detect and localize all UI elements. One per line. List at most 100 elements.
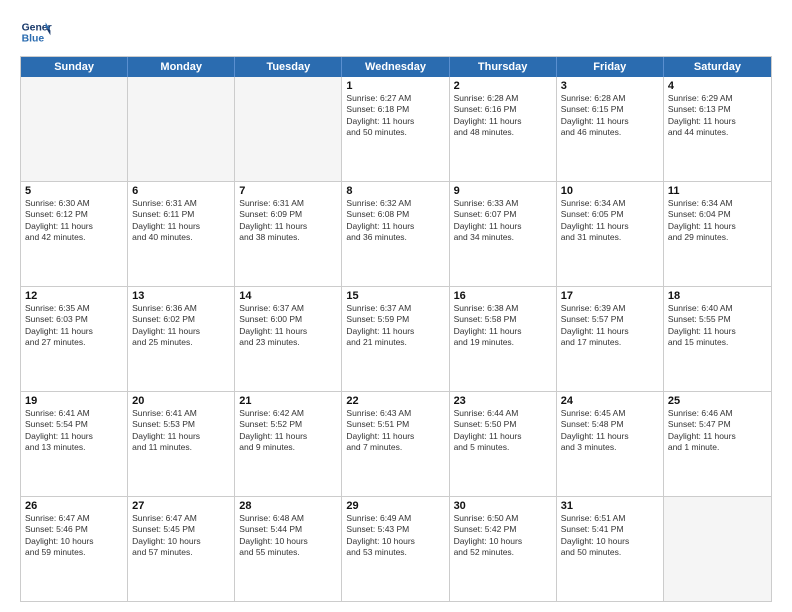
cell-info: Sunrise: 6:48 AM Sunset: 5:44 PM Dayligh… — [239, 513, 337, 559]
cell-info: Sunrise: 6:46 AM Sunset: 5:47 PM Dayligh… — [668, 408, 767, 454]
cell-info: Sunrise: 6:34 AM Sunset: 6:04 PM Dayligh… — [668, 198, 767, 244]
cell-info: Sunrise: 6:35 AM Sunset: 6:03 PM Dayligh… — [25, 303, 123, 349]
day-number: 2 — [454, 80, 552, 92]
weekday-header: Wednesday — [342, 57, 449, 77]
cell-info: Sunrise: 6:45 AM Sunset: 5:48 PM Dayligh… — [561, 408, 659, 454]
day-number: 4 — [668, 80, 767, 92]
calendar-cell: 4Sunrise: 6:29 AM Sunset: 6:13 PM Daylig… — [664, 77, 771, 181]
day-number: 8 — [346, 185, 444, 197]
day-number: 26 — [25, 500, 123, 512]
calendar-cell: 20Sunrise: 6:41 AM Sunset: 5:53 PM Dayli… — [128, 392, 235, 496]
day-number: 17 — [561, 290, 659, 302]
calendar-cell: 8Sunrise: 6:32 AM Sunset: 6:08 PM Daylig… — [342, 182, 449, 286]
cell-info: Sunrise: 6:39 AM Sunset: 5:57 PM Dayligh… — [561, 303, 659, 349]
calendar-cell: 27Sunrise: 6:47 AM Sunset: 5:45 PM Dayli… — [128, 497, 235, 601]
calendar-cell: 14Sunrise: 6:37 AM Sunset: 6:00 PM Dayli… — [235, 287, 342, 391]
day-number: 6 — [132, 185, 230, 197]
day-number: 24 — [561, 395, 659, 407]
day-number: 15 — [346, 290, 444, 302]
weekday-header: Tuesday — [235, 57, 342, 77]
calendar-cell — [664, 497, 771, 601]
day-number: 14 — [239, 290, 337, 302]
cell-info: Sunrise: 6:33 AM Sunset: 6:07 PM Dayligh… — [454, 198, 552, 244]
svg-text:Blue: Blue — [22, 34, 45, 45]
cell-info: Sunrise: 6:34 AM Sunset: 6:05 PM Dayligh… — [561, 198, 659, 244]
day-number: 27 — [132, 500, 230, 512]
calendar-body: 1Sunrise: 6:27 AM Sunset: 6:18 PM Daylig… — [21, 77, 771, 601]
cell-info: Sunrise: 6:29 AM Sunset: 6:13 PM Dayligh… — [668, 93, 767, 139]
cell-info: Sunrise: 6:28 AM Sunset: 6:15 PM Dayligh… — [561, 93, 659, 139]
cell-info: Sunrise: 6:37 AM Sunset: 6:00 PM Dayligh… — [239, 303, 337, 349]
day-number: 10 — [561, 185, 659, 197]
calendar-row: 1Sunrise: 6:27 AM Sunset: 6:18 PM Daylig… — [21, 77, 771, 182]
weekday-header: Thursday — [450, 57, 557, 77]
day-number: 19 — [25, 395, 123, 407]
cell-info: Sunrise: 6:47 AM Sunset: 5:45 PM Dayligh… — [132, 513, 230, 559]
cell-info: Sunrise: 6:31 AM Sunset: 6:11 PM Dayligh… — [132, 198, 230, 244]
calendar-row: 26Sunrise: 6:47 AM Sunset: 5:46 PM Dayli… — [21, 497, 771, 601]
weekday-header: Saturday — [664, 57, 771, 77]
calendar-cell: 26Sunrise: 6:47 AM Sunset: 5:46 PM Dayli… — [21, 497, 128, 601]
calendar-cell: 3Sunrise: 6:28 AM Sunset: 6:15 PM Daylig… — [557, 77, 664, 181]
calendar-cell: 21Sunrise: 6:42 AM Sunset: 5:52 PM Dayli… — [235, 392, 342, 496]
day-number: 9 — [454, 185, 552, 197]
cell-info: Sunrise: 6:28 AM Sunset: 6:16 PM Dayligh… — [454, 93, 552, 139]
weekday-header: Friday — [557, 57, 664, 77]
cell-info: Sunrise: 6:51 AM Sunset: 5:41 PM Dayligh… — [561, 513, 659, 559]
calendar-cell: 31Sunrise: 6:51 AM Sunset: 5:41 PM Dayli… — [557, 497, 664, 601]
day-number: 31 — [561, 500, 659, 512]
cell-info: Sunrise: 6:50 AM Sunset: 5:42 PM Dayligh… — [454, 513, 552, 559]
calendar-cell: 12Sunrise: 6:35 AM Sunset: 6:03 PM Dayli… — [21, 287, 128, 391]
day-number: 1 — [346, 80, 444, 92]
cell-info: Sunrise: 6:41 AM Sunset: 5:54 PM Dayligh… — [25, 408, 123, 454]
calendar-cell: 5Sunrise: 6:30 AM Sunset: 6:12 PM Daylig… — [21, 182, 128, 286]
logo: General Blue — [20, 16, 52, 48]
cell-info: Sunrise: 6:43 AM Sunset: 5:51 PM Dayligh… — [346, 408, 444, 454]
calendar-cell: 28Sunrise: 6:48 AM Sunset: 5:44 PM Dayli… — [235, 497, 342, 601]
cell-info: Sunrise: 6:27 AM Sunset: 6:18 PM Dayligh… — [346, 93, 444, 139]
day-number: 11 — [668, 185, 767, 197]
day-number: 29 — [346, 500, 444, 512]
calendar-cell: 9Sunrise: 6:33 AM Sunset: 6:07 PM Daylig… — [450, 182, 557, 286]
cell-info: Sunrise: 6:32 AM Sunset: 6:08 PM Dayligh… — [346, 198, 444, 244]
calendar-cell: 7Sunrise: 6:31 AM Sunset: 6:09 PM Daylig… — [235, 182, 342, 286]
calendar-cell: 16Sunrise: 6:38 AM Sunset: 5:58 PM Dayli… — [450, 287, 557, 391]
calendar-header-row: SundayMondayTuesdayWednesdayThursdayFrid… — [21, 57, 771, 77]
cell-info: Sunrise: 6:44 AM Sunset: 5:50 PM Dayligh… — [454, 408, 552, 454]
day-number: 7 — [239, 185, 337, 197]
calendar-cell — [128, 77, 235, 181]
calendar-cell: 29Sunrise: 6:49 AM Sunset: 5:43 PM Dayli… — [342, 497, 449, 601]
calendar-cell: 6Sunrise: 6:31 AM Sunset: 6:11 PM Daylig… — [128, 182, 235, 286]
calendar-cell: 19Sunrise: 6:41 AM Sunset: 5:54 PM Dayli… — [21, 392, 128, 496]
day-number: 20 — [132, 395, 230, 407]
cell-info: Sunrise: 6:37 AM Sunset: 5:59 PM Dayligh… — [346, 303, 444, 349]
calendar-cell: 15Sunrise: 6:37 AM Sunset: 5:59 PM Dayli… — [342, 287, 449, 391]
calendar-cell: 17Sunrise: 6:39 AM Sunset: 5:57 PM Dayli… — [557, 287, 664, 391]
day-number: 21 — [239, 395, 337, 407]
calendar-cell: 2Sunrise: 6:28 AM Sunset: 6:16 PM Daylig… — [450, 77, 557, 181]
cell-info: Sunrise: 6:30 AM Sunset: 6:12 PM Dayligh… — [25, 198, 123, 244]
header: General Blue — [20, 16, 772, 48]
calendar-cell: 1Sunrise: 6:27 AM Sunset: 6:18 PM Daylig… — [342, 77, 449, 181]
day-number: 12 — [25, 290, 123, 302]
day-number: 13 — [132, 290, 230, 302]
calendar-row: 5Sunrise: 6:30 AM Sunset: 6:12 PM Daylig… — [21, 182, 771, 287]
day-number: 23 — [454, 395, 552, 407]
cell-info: Sunrise: 6:40 AM Sunset: 5:55 PM Dayligh… — [668, 303, 767, 349]
cell-info: Sunrise: 6:42 AM Sunset: 5:52 PM Dayligh… — [239, 408, 337, 454]
calendar-row: 19Sunrise: 6:41 AM Sunset: 5:54 PM Dayli… — [21, 392, 771, 497]
calendar-cell: 25Sunrise: 6:46 AM Sunset: 5:47 PM Dayli… — [664, 392, 771, 496]
calendar-cell: 23Sunrise: 6:44 AM Sunset: 5:50 PM Dayli… — [450, 392, 557, 496]
day-number: 16 — [454, 290, 552, 302]
calendar-cell: 22Sunrise: 6:43 AM Sunset: 5:51 PM Dayli… — [342, 392, 449, 496]
cell-info: Sunrise: 6:47 AM Sunset: 5:46 PM Dayligh… — [25, 513, 123, 559]
calendar-cell: 11Sunrise: 6:34 AM Sunset: 6:04 PM Dayli… — [664, 182, 771, 286]
calendar-cell: 18Sunrise: 6:40 AM Sunset: 5:55 PM Dayli… — [664, 287, 771, 391]
calendar-cell — [21, 77, 128, 181]
cell-info: Sunrise: 6:36 AM Sunset: 6:02 PM Dayligh… — [132, 303, 230, 349]
cell-info: Sunrise: 6:38 AM Sunset: 5:58 PM Dayligh… — [454, 303, 552, 349]
calendar-row: 12Sunrise: 6:35 AM Sunset: 6:03 PM Dayli… — [21, 287, 771, 392]
calendar-cell: 10Sunrise: 6:34 AM Sunset: 6:05 PM Dayli… — [557, 182, 664, 286]
calendar-cell: 30Sunrise: 6:50 AM Sunset: 5:42 PM Dayli… — [450, 497, 557, 601]
weekday-header: Sunday — [21, 57, 128, 77]
